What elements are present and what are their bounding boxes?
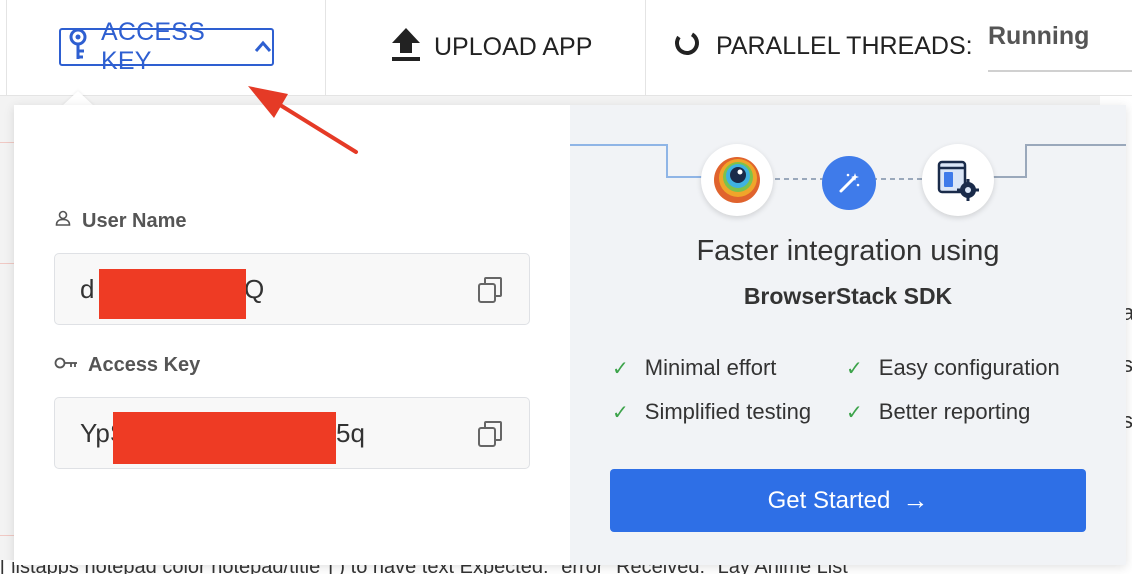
running-status[interactable]: Running [988, 22, 1132, 72]
arrow-right-icon: → [902, 485, 929, 515]
access-key-field[interactable]: YpS 5q [54, 397, 530, 469]
browserstack-logo-icon [701, 144, 773, 216]
username-field[interactable]: d Q [54, 253, 530, 325]
credentials-panel: User Name d Q Access Key YpS 5q [14, 105, 570, 565]
feature-item: ✓ Better reporting [846, 399, 1031, 424]
username-prefix: d [80, 274, 95, 304]
access-key-button[interactable]: ACCESS KEY [59, 18, 274, 75]
username-label: User Name [54, 209, 187, 233]
get-started-button[interactable]: Get Started → [610, 469, 1086, 532]
upload-icon [390, 26, 422, 69]
access-key-suffix: 5q [336, 418, 365, 448]
sdk-promo-panel: Faster integration using BrowserStack SD… [570, 105, 1126, 565]
check-icon: ✓ [612, 357, 629, 380]
access-key-field-label: Access Key [54, 354, 200, 377]
chevron-up-icon [254, 40, 272, 54]
top-bar: ACCESS KEY UPLOAD APP PARALLEL THREADS: [0, 0, 1132, 96]
feature-item: ✓ Minimal effort [612, 355, 777, 380]
copy-icon[interactable] [477, 276, 503, 309]
annotation-arrow [248, 86, 358, 154]
spinner-icon [674, 30, 700, 63]
upload-app-label: UPLOAD APP [434, 33, 593, 61]
divider [6, 0, 7, 96]
feature-item: ✓ Easy configuration [846, 355, 1060, 380]
divider [645, 0, 646, 96]
parallel-threads-label: PARALLEL THREADS: [716, 32, 973, 60]
key-icon [65, 27, 91, 68]
check-icon: ✓ [612, 401, 629, 424]
user-icon [54, 209, 72, 233]
upload-app-button[interactable]: UPLOAD APP [390, 26, 592, 69]
parallel-threads: PARALLEL THREADS: [674, 30, 973, 63]
feature-item: ✓ Simplified testing [612, 399, 812, 424]
key-icon [54, 354, 78, 377]
check-icon: ✓ [846, 401, 863, 424]
get-started-label: Get Started [767, 486, 891, 514]
check-icon: ✓ [846, 357, 863, 380]
promo-title: Faster integration using [696, 235, 1000, 267]
popover-caret [62, 91, 94, 106]
access-key-popover: User Name d Q Access Key YpS 5q Faster i… [14, 105, 1126, 565]
page: ACCESS KEY UPLOAD APP PARALLEL THREADS: [0, 0, 1132, 574]
redaction-box [99, 269, 246, 319]
copy-icon[interactable] [477, 420, 503, 453]
username-suffix: Q [244, 274, 265, 304]
promo-subtitle: BrowserStack SDK [743, 283, 953, 309]
redaction-box [113, 412, 336, 464]
app-settings-icon [922, 144, 994, 216]
access-key-label: ACCESS KEY [101, 18, 206, 75]
magic-wand-icon [822, 156, 876, 210]
